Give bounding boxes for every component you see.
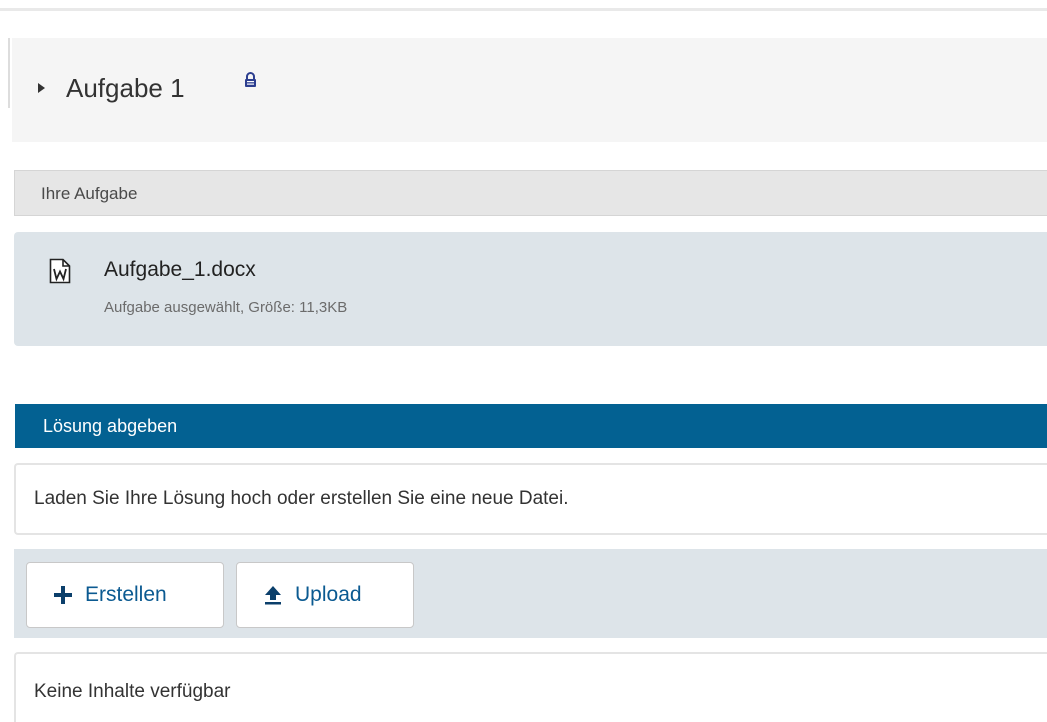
task-title[interactable]: Aufgabe 1: [66, 73, 185, 103]
header-edge: [8, 38, 10, 108]
plus-icon: [54, 586, 72, 604]
submit-instruction-box: Laden Sie Ihre Lösung hoch oder erstelle…: [14, 463, 1047, 535]
file-meta: Aufgabe ausgewählt, Größe: 11,3KB: [104, 299, 348, 316]
submit-instruction: Laden Sie Ihre Lösung hoch oder erstelle…: [34, 488, 569, 509]
your-task-heading: Ihre Aufgabe: [41, 184, 138, 203]
empty-message: Keine Inhalte verfügbar: [34, 681, 231, 702]
upload-icon: [265, 586, 281, 605]
task-header[interactable]: Aufgabe 1: [8, 38, 1047, 142]
create-button[interactable]: Erstellen: [26, 562, 224, 628]
submit-heading: Lösung abgeben: [43, 416, 178, 436]
task-file[interactable]: Aufgabe_1.docx Aufgabe ausgewählt, Größe…: [14, 232, 1047, 346]
submit-toolbar: Erstellen Upload: [14, 549, 1047, 638]
caret-right-icon[interactable]: [38, 83, 45, 93]
upload-button[interactable]: Upload: [236, 562, 414, 628]
top-divider: [0, 8, 1047, 11]
submission-list: Keine Inhalte verfügbar: [14, 652, 1047, 722]
your-task-section-header: Ihre Aufgabe: [14, 170, 1047, 216]
create-button-label: Erstellen: [85, 583, 167, 606]
word-document-icon: [49, 258, 71, 284]
lock-icon: [245, 72, 256, 87]
submit-section-header: Lösung abgeben: [15, 404, 1047, 448]
file-name-link[interactable]: Aufgabe_1.docx: [104, 257, 256, 283]
upload-button-label: Upload: [295, 583, 362, 606]
